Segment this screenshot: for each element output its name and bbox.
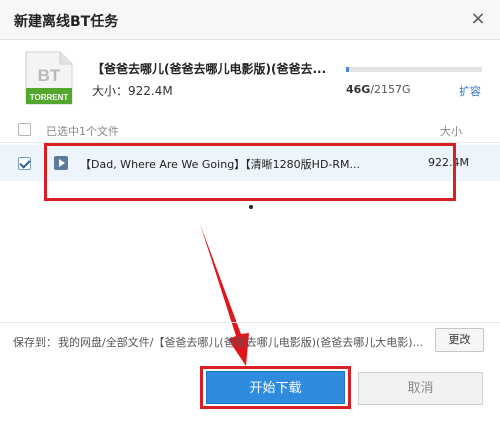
storage-usage-bar xyxy=(346,67,482,72)
close-icon[interactable]: × xyxy=(468,9,488,29)
expand-storage-link[interactable]: 扩容 xyxy=(459,83,481,99)
file-highlight-annotation xyxy=(44,143,456,201)
select-all-checkbox[interactable] xyxy=(18,123,31,136)
save-path: 我的网盘/全部文件/【爸爸去哪儿(爸爸去哪儿电影版)(爸爸去哪儿大电影)... xyxy=(58,336,424,349)
bt-torrent-icon: BT TORRENT xyxy=(25,51,73,105)
torrent-name: 【爸爸去哪儿(爸爸去哪儿电影版)(爸爸去... xyxy=(92,62,327,76)
torrent-size: 大小：922.4M xyxy=(92,84,173,98)
file-list-header: 已选中1个文件 大小 xyxy=(0,117,500,143)
storage-used: 46G xyxy=(346,83,371,96)
save-location-row: 保存到： 我的网盘/全部文件/【爸爸去哪儿(爸爸去哪儿电影版)(爸爸去哪儿大电影… xyxy=(0,322,500,356)
save-label: 保存到： xyxy=(13,336,57,349)
cancel-button[interactable]: 取消 xyxy=(358,372,483,405)
file-checkbox[interactable] xyxy=(18,157,31,170)
storage-usage-fill xyxy=(346,67,349,72)
size-column-header: 大小 xyxy=(440,125,462,138)
storage-usage-text: 46G/2157G xyxy=(346,83,411,96)
bt-icon-text: BT xyxy=(38,66,61,85)
torrent-icon-text: TORRENT xyxy=(30,93,69,102)
title-bar: 新建离线BT任务 × xyxy=(0,0,500,40)
change-path-button[interactable]: 更改 xyxy=(435,328,484,352)
torrent-info: BT TORRENT 【爸爸去哪儿(爸爸去哪儿电影版)(爸爸去... 大小：92… xyxy=(0,40,500,112)
button-highlight-annotation xyxy=(200,366,351,409)
storage-total: /2157G xyxy=(370,83,411,96)
cursor-dot xyxy=(249,205,253,209)
selected-count: 已选中1个文件 xyxy=(46,125,119,138)
dialog-title: 新建离线BT任务 xyxy=(14,14,119,30)
